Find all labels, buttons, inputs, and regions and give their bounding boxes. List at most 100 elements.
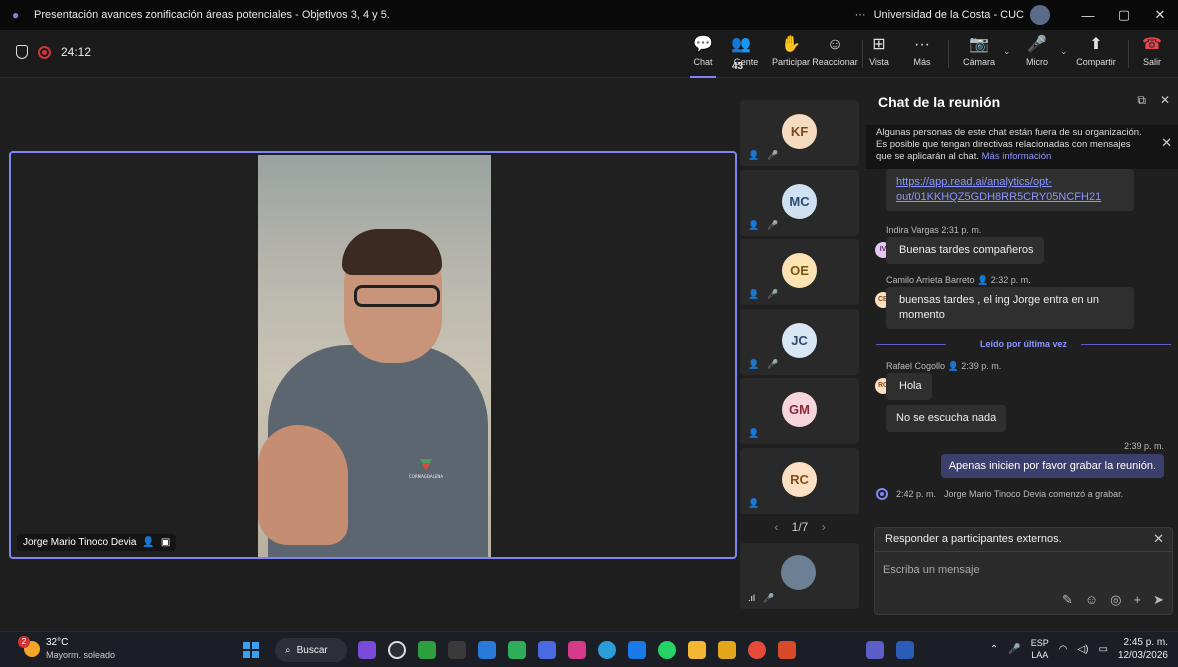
mic-off-icon: 🎤	[767, 220, 779, 230]
volume-icon[interactable]: ◁)	[1077, 644, 1088, 655]
recording-time: 2:42 p. m.	[896, 489, 937, 499]
people-button[interactable]: 👥43 Gente	[731, 35, 761, 75]
mic-options-chevron-icon[interactable]: ⌄	[1060, 46, 1068, 57]
leave-button[interactable]: ☎ Salir	[1141, 35, 1163, 75]
format-icon[interactable]: ✎	[1062, 592, 1073, 608]
recording-icon	[876, 488, 888, 500]
xbox-icon[interactable]	[418, 641, 436, 659]
loop-icon[interactable]: ◎	[1110, 592, 1121, 608]
windows-taskbar: 2 32°C Mayorm. soleado ⌕ Buscar ⌃ 🎤 ESP …	[0, 631, 1178, 667]
participant-status-icons: 👤	[748, 428, 759, 439]
chat-button[interactable]: 💬 Chat	[690, 35, 716, 78]
dismiss-banner-icon[interactable]: ✕	[1161, 136, 1172, 149]
close-reply-icon[interactable]: ✕	[1153, 531, 1164, 547]
pop-out-icon[interactable]: ⧉	[1137, 93, 1146, 108]
main-video-stage[interactable]: CORMAGDALENA Jorge Mario Tinoco Devia 👤 …	[9, 151, 737, 559]
participant-avatar: OE	[782, 253, 817, 288]
clock[interactable]: 2:45 p. m. 12/03/2026	[1118, 636, 1168, 662]
instagram-icon[interactable]	[568, 641, 586, 659]
participant-avatar: GM	[782, 392, 817, 427]
close-chat-icon[interactable]: ✕	[1160, 93, 1170, 108]
meet-icon[interactable]	[508, 641, 526, 659]
search-icon: ⌕	[285, 644, 291, 656]
copilot-icon[interactable]	[358, 641, 376, 659]
participant-status-icons: .ıl 🎤	[748, 593, 774, 604]
wifi-icon[interactable]: ◠	[1059, 644, 1068, 655]
participant-tile[interactable]: MC 👤 🎤	[740, 170, 859, 236]
sticky-notes-icon[interactable]	[718, 641, 736, 659]
raise-hand-button[interactable]: ✋ Participar	[769, 35, 813, 75]
leave-label: Salir	[1142, 57, 1161, 67]
teams-taskbar-icon[interactable]	[866, 641, 884, 659]
chrome-icon[interactable]	[748, 641, 766, 659]
react-button[interactable]: ☺ Reaccionar	[812, 35, 858, 75]
mic-off-icon: 🎤	[767, 150, 779, 160]
external-user-icon: 👤	[142, 537, 155, 548]
participant-tile[interactable]: JC 👤 🎤	[740, 309, 859, 375]
share-button[interactable]: ⬆ Compartir	[1076, 35, 1116, 75]
message-input[interactable]	[883, 560, 1163, 580]
whatsapp-icon[interactable]	[658, 641, 676, 659]
minimize-button[interactable]: —	[1070, 8, 1106, 23]
camera-button[interactable]: 📷 Cámara	[962, 35, 996, 75]
camera-options-chevron-icon[interactable]: ⌄	[1003, 46, 1011, 57]
windows-logo-pane	[252, 651, 259, 658]
keyboard-layout: LAA	[1031, 650, 1049, 660]
system-tray: ⌃ 🎤 ESP LAA ◠ ◁) ▭ 2:45 p. m. 12/03/2026	[990, 636, 1168, 662]
external-user-icon: 👤	[748, 428, 760, 438]
toolbar-divider	[862, 40, 863, 68]
mic-off-tray-icon[interactable]: 🎤	[1008, 644, 1020, 655]
battery-icon[interactable]: ▭	[1098, 644, 1107, 655]
more-options-icon[interactable]: ···	[855, 9, 866, 21]
mic-button[interactable]: 🎤 Micro	[1024, 35, 1050, 75]
participant-tile[interactable]: KF 👤 🎤	[740, 100, 859, 166]
sender-name: Rafael Cogollo	[886, 361, 946, 371]
participant-avatar: RC	[782, 462, 817, 497]
message-time: 2:32 p. m.	[990, 275, 1031, 285]
sender-name: Camilo Arrieta Barreto	[886, 275, 975, 285]
participant-tile-photo[interactable]: .ıl 🎤	[740, 543, 859, 609]
weather-widget[interactable]: 2 32°C Mayorm. soleado	[18, 636, 116, 661]
external-user-icon: 👤	[748, 150, 760, 160]
close-window-button[interactable]: ✕	[1142, 7, 1178, 23]
word-icon[interactable]	[896, 641, 914, 659]
organization-name[interactable]: Universidad de la Costa - CUC	[874, 9, 1024, 21]
participant-status-icons: 👤 🎤	[748, 220, 778, 231]
emoji-icon[interactable]: ☺	[1085, 592, 1098, 608]
external-org-banner: Algunas personas de este chat están fuer…	[866, 125, 1178, 169]
chevron-up-icon[interactable]: ⌃	[990, 644, 998, 655]
organization-avatar[interactable]	[1030, 5, 1050, 25]
participant-pager: ‹ 1/7 ›	[740, 520, 860, 534]
pager-prev-icon[interactable]: ‹	[774, 520, 778, 534]
recording-icon	[38, 45, 51, 59]
store-icon[interactable]	[448, 641, 466, 659]
send-icon[interactable]: ➤	[1153, 592, 1164, 608]
add-icon[interactable]: +	[1134, 592, 1142, 608]
start-button[interactable]	[243, 642, 259, 658]
powerpoint-icon[interactable]	[778, 641, 796, 659]
view-button[interactable]: ⊞ Vista	[868, 35, 890, 75]
notification-badge: 2	[18, 636, 30, 648]
participant-tile[interactable]: RC 👤	[740, 448, 859, 514]
calculator-icon[interactable]	[538, 641, 556, 659]
file-explorer-icon[interactable]	[688, 641, 706, 659]
message-text: Hola	[899, 380, 922, 392]
twitter-icon[interactable]	[628, 641, 646, 659]
message-time: 2:39 p. m.	[961, 361, 1002, 371]
taskbar-search[interactable]: ⌕ Buscar	[275, 638, 347, 662]
telegram-icon[interactable]	[598, 641, 616, 659]
weather-description: Mayorm. soleado	[46, 650, 116, 660]
participant-tile[interactable]: GM 👤	[740, 378, 859, 444]
pager-next-icon[interactable]: ›	[822, 520, 826, 534]
message-link[interactable]: https://app.read.ai/analytics/opt-out/01…	[896, 176, 1101, 203]
more-info-link[interactable]: Más información	[982, 151, 1052, 162]
chatgpt-icon[interactable]	[388, 641, 406, 659]
restore-button[interactable]: ▢	[1106, 7, 1142, 23]
more-button[interactable]: ··· Más	[910, 35, 934, 75]
participant-tile[interactable]: OE 👤 🎤	[740, 239, 859, 305]
language-indicator[interactable]: ESP LAA	[1031, 637, 1049, 661]
pager-label: 1/7	[791, 520, 809, 534]
speaker-glasses	[354, 285, 440, 307]
onedrive-icon[interactable]	[478, 641, 496, 659]
reply-external-label: Responder a participantes externos.	[885, 533, 1062, 545]
